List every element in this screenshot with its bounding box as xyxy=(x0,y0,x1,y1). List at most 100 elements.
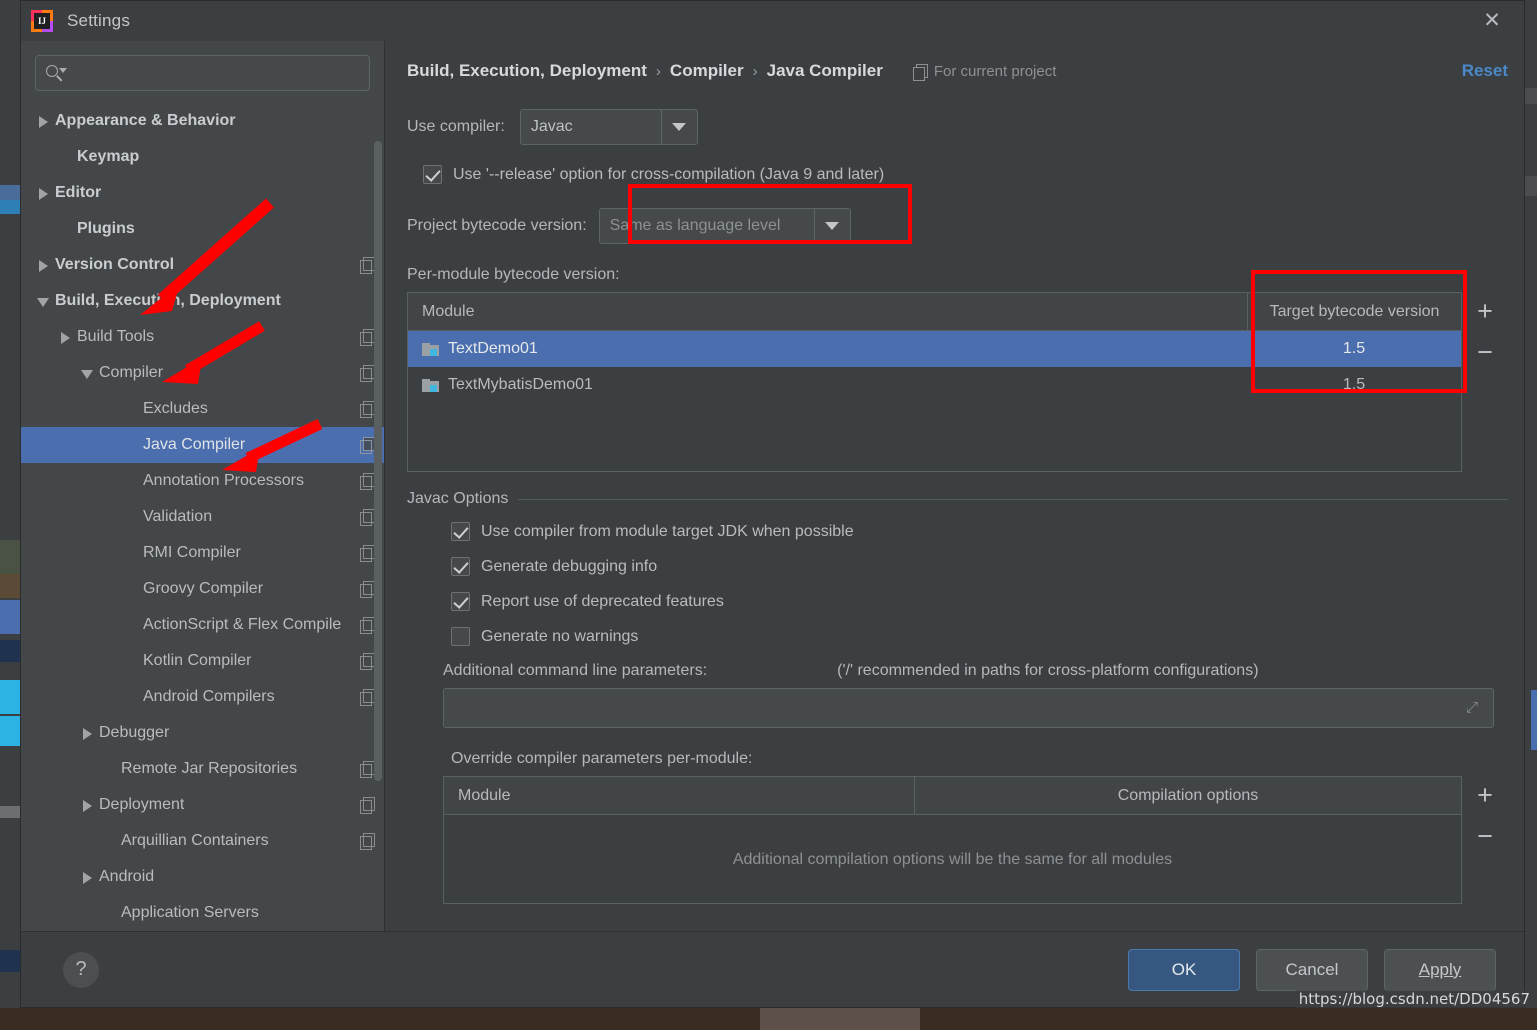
sidebar-item-java-compiler[interactable]: Java Compiler xyxy=(21,427,384,463)
sidebar-item-label: Application Servers xyxy=(121,904,259,921)
close-icon[interactable]: ✕ xyxy=(1474,7,1510,35)
remove-module-button[interactable]: − xyxy=(1477,339,1493,366)
target-bytecode-cell[interactable]: 1.5 xyxy=(1247,376,1461,394)
sidebar-item-editor[interactable]: Editor xyxy=(21,175,384,211)
column-header-module[interactable]: Module xyxy=(408,293,1247,330)
intellij-logo-icon: IJ xyxy=(31,10,53,32)
module-bytecode-table[interactable]: Module Target bytecode version TextDemo0… xyxy=(407,292,1462,472)
column-header-compilation-options[interactable]: Compilation options xyxy=(914,777,1461,814)
chevron-right-icon[interactable] xyxy=(77,787,99,823)
sidebar-item-excludes[interactable]: Excludes xyxy=(21,391,384,427)
chevron-right-icon[interactable] xyxy=(33,247,55,283)
project-scope-icon xyxy=(912,63,928,81)
copy-settings-icon[interactable] xyxy=(360,797,376,814)
release-option-label: Use '--release' option for cross-compila… xyxy=(453,165,885,183)
chevron-right-icon[interactable] xyxy=(77,859,99,895)
ok-button[interactable]: OK xyxy=(1128,948,1240,991)
sidebar-item-groovy-compiler[interactable]: Groovy Compiler xyxy=(21,571,384,607)
table-row[interactable]: TextMybatisDemo01 1.5 xyxy=(408,367,1461,403)
sidebar-item-validation[interactable]: Validation xyxy=(21,499,384,535)
project-bytecode-label: Project bytecode version: xyxy=(407,217,587,234)
release-option-row[interactable]: Use '--release' option for cross-compila… xyxy=(423,165,1508,184)
chevron-right-icon[interactable] xyxy=(33,175,55,211)
breadcrumb-separator: › xyxy=(655,62,661,80)
sidebar-item-compiler[interactable]: Compiler xyxy=(21,355,384,391)
chevron-right-icon[interactable] xyxy=(33,103,55,139)
settings-sidebar: Appearance & Behavior Keymap Editor Plugins… xyxy=(21,41,385,931)
javac-option-label: Use compiler from module target JDK when… xyxy=(481,522,854,540)
sidebar-item-build-execution-deployment[interactable]: Build, Execution, Deployment xyxy=(21,283,384,319)
sidebar-item-deployment[interactable]: Deployment xyxy=(21,787,384,823)
javac-option-checkbox[interactable] xyxy=(451,592,470,611)
sidebar-item-kotlin-compiler[interactable]: Kotlin Compiler xyxy=(21,643,384,679)
release-option-checkbox[interactable] xyxy=(423,165,442,184)
sidebar-item-plugins[interactable]: Plugins xyxy=(21,211,384,247)
breadcrumb-item-2[interactable]: Java Compiler xyxy=(767,61,883,81)
scope-indicator: For current project xyxy=(912,63,1056,81)
sidebar-item-android[interactable]: Android xyxy=(21,859,384,895)
module-icon xyxy=(422,342,439,357)
sidebar-item-label: Build Tools xyxy=(77,328,155,345)
expand-icon[interactable]: ⤢ xyxy=(1466,699,1484,717)
settings-tree[interactable]: Appearance & Behavior Keymap Editor Plugins… xyxy=(21,101,384,931)
sidebar-item-rmi-compiler[interactable]: RMI Compiler xyxy=(21,535,384,571)
chevron-down-icon[interactable] xyxy=(33,283,55,319)
target-bytecode-cell[interactable]: 1.5 xyxy=(1247,340,1461,358)
watermark: https://blog.csdn.net/DD04567 xyxy=(1295,990,1533,1008)
javac-option-row[interactable]: Use compiler from module target JDK when… xyxy=(451,522,1508,541)
search-input[interactable] xyxy=(66,65,361,81)
sidebar-item-label: Editor xyxy=(55,184,102,201)
javac-option-checkbox[interactable] xyxy=(451,522,470,541)
sidebar-item-label: ActionScript & Flex Compile xyxy=(143,616,342,633)
javac-option-row[interactable]: Generate no warnings xyxy=(451,627,1508,646)
sidebar-item-actionscript-flex-compile[interactable]: ActionScript & Flex Compile xyxy=(21,607,384,643)
use-compiler-select[interactable]: Javac xyxy=(519,109,698,145)
sidebar-item-android-compilers[interactable]: Android Compilers xyxy=(21,679,384,715)
remove-override-button[interactable]: − xyxy=(1477,823,1493,850)
javac-option-row[interactable]: Report use of deprecated features xyxy=(451,592,1508,611)
apply-button[interactable]: Apply xyxy=(1384,948,1496,991)
sidebar-item-debugger[interactable]: Debugger xyxy=(21,715,384,751)
breadcrumb-item-1[interactable]: Compiler xyxy=(670,61,744,81)
chevron-right-icon[interactable] xyxy=(55,319,77,355)
sidebar-item-label: Excludes xyxy=(143,400,208,417)
breadcrumb-item-0[interactable]: Build, Execution, Deployment xyxy=(407,61,647,81)
javac-option-checkbox[interactable] xyxy=(451,627,470,646)
sidebar-item-keymap[interactable]: Keymap xyxy=(21,139,384,175)
add-module-button[interactable]: + xyxy=(1477,298,1493,325)
column-header-target-bytecode[interactable]: Target bytecode version xyxy=(1247,293,1461,330)
cancel-button[interactable]: Cancel xyxy=(1256,948,1368,991)
ide-left-edge xyxy=(0,0,20,1008)
help-button[interactable]: ? xyxy=(63,951,99,988)
sidebar-item-appearance-behavior[interactable]: Appearance & Behavior xyxy=(21,103,384,139)
javac-option-checkbox[interactable] xyxy=(451,557,470,576)
breadcrumb-separator: › xyxy=(752,62,758,80)
chevron-down-icon[interactable] xyxy=(77,355,99,391)
sidebar-item-arquillian-containers[interactable]: Arquillian Containers xyxy=(21,823,384,859)
sidebar-item-build-tools[interactable]: Build Tools xyxy=(21,319,384,355)
sidebar-item-label: Compiler xyxy=(99,364,164,381)
javac-option-label: Report use of deprecated features xyxy=(481,592,724,610)
chevron-right-icon[interactable] xyxy=(77,715,99,751)
search-field[interactable] xyxy=(35,55,370,91)
additional-params-input[interactable]: ⤢ xyxy=(443,688,1494,728)
add-override-button[interactable]: + xyxy=(1477,782,1493,809)
override-parameters-table[interactable]: Module Compilation options Additional co… xyxy=(443,776,1462,904)
sidebar-item-application-servers[interactable]: Application Servers xyxy=(21,895,384,931)
javac-option-row[interactable]: Generate debugging info xyxy=(451,557,1508,576)
sidebar-item-version-control[interactable]: Version Control xyxy=(21,247,384,283)
reset-link[interactable]: Reset xyxy=(1462,61,1508,81)
sidebar-item-label: Annotation Processors xyxy=(143,472,304,489)
sidebar-scrollbar[interactable] xyxy=(374,141,382,781)
project-bytecode-select[interactable]: Same as language level xyxy=(598,208,851,244)
sidebar-item-remote-jar-repositories[interactable]: Remote Jar Repositories xyxy=(21,751,384,787)
table-row[interactable]: TextDemo01 1.5 xyxy=(408,331,1461,367)
sidebar-item-label: Build, Execution, Deployment xyxy=(55,292,281,309)
column-header-module[interactable]: Module xyxy=(444,777,914,814)
sidebar-item-label: Validation xyxy=(143,508,213,525)
javac-options-title: Javac Options xyxy=(407,490,509,507)
copy-settings-icon[interactable] xyxy=(360,833,376,850)
sidebar-item-annotation-processors[interactable]: Annotation Processors xyxy=(21,463,384,499)
